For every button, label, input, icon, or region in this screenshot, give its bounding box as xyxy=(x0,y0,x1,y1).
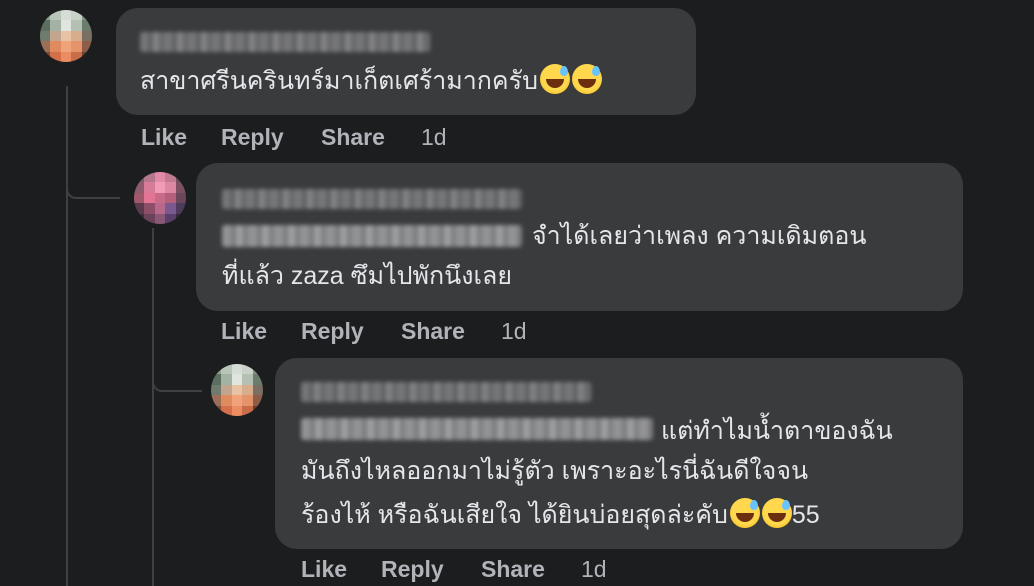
reply-button[interactable]: Reply xyxy=(381,556,444,583)
grinning-sweat-emoji-icon xyxy=(761,498,792,528)
avatar[interactable] xyxy=(211,364,263,416)
comment-text-content: สาขาศรีนครินทร์มาเก็ตเศร้ามากครับ xyxy=(140,67,538,95)
commenter-name[interactable] xyxy=(222,189,522,209)
avatar[interactable] xyxy=(134,172,186,224)
grinning-sweat-emoji-icon xyxy=(539,64,570,94)
thread-connector-reply-2 xyxy=(152,350,202,392)
comment-text-suffix: 55 xyxy=(791,501,820,529)
commenter-name[interactable] xyxy=(301,382,591,402)
comment-text-line-2: ที่แล้ว zaza ซึมไปพักนึงเลย xyxy=(222,262,512,290)
comment-timestamp[interactable]: 1d xyxy=(421,124,447,151)
like-button[interactable]: Like xyxy=(141,124,187,151)
grinning-sweat-emoji-icon xyxy=(571,64,602,94)
thread-connector-reply-1 xyxy=(66,150,120,199)
share-button[interactable]: Share xyxy=(401,318,465,345)
comment-timestamp[interactable]: 1d xyxy=(581,556,607,583)
comment-text-line-2: มันถึงไหลออกมาไม่รู้ตัว เพราะอะไรนี่ฉันด… xyxy=(301,457,809,485)
comment-bubble: แต่ทำไมน้ำตาของฉัน มันถึงไหลออกมาไม่รู้ต… xyxy=(275,358,963,549)
mentioned-user-link[interactable] xyxy=(222,225,522,247)
mentioned-user-link[interactable] xyxy=(301,418,653,440)
comment-text-line-3-content: ร้องไห้ หรือฉันเสียใจ ได้ยินบ่อยสุดล่ะคั… xyxy=(301,501,728,529)
comment-timestamp[interactable]: 1d xyxy=(501,318,527,345)
commenter-name[interactable] xyxy=(140,32,430,52)
reply-button[interactable]: Reply xyxy=(301,318,364,345)
avatar[interactable] xyxy=(40,10,92,62)
reply-button[interactable]: Reply xyxy=(221,124,284,151)
share-button[interactable]: Share xyxy=(321,124,385,151)
comment-text-line-1: แต่ทำไมน้ำตาของฉัน xyxy=(661,417,893,445)
thread-line-reply-1 xyxy=(152,228,154,586)
share-button[interactable]: Share xyxy=(481,556,545,583)
comment-text-line-3: ร้องไห้ หรือฉันเสียใจ ได้ยินบ่อยสุดล่ะคั… xyxy=(301,496,820,534)
comment-text: สาขาศรีนครินทร์มาเก็ตเศร้ามากครับ xyxy=(140,62,602,100)
like-button[interactable]: Like xyxy=(301,556,347,583)
comment-bubble: สาขาศรีนครินทร์มาเก็ตเศร้ามากครับ xyxy=(116,8,696,115)
like-button[interactable]: Like xyxy=(221,318,267,345)
comment-bubble: จำได้เลยว่าเพลง ความเดิมตอน ที่แล้ว zaza… xyxy=(196,163,963,311)
comment-text-line-1: จำได้เลยว่าเพลง ความเดิมตอน xyxy=(532,222,867,250)
grinning-sweat-emoji-icon xyxy=(729,498,760,528)
